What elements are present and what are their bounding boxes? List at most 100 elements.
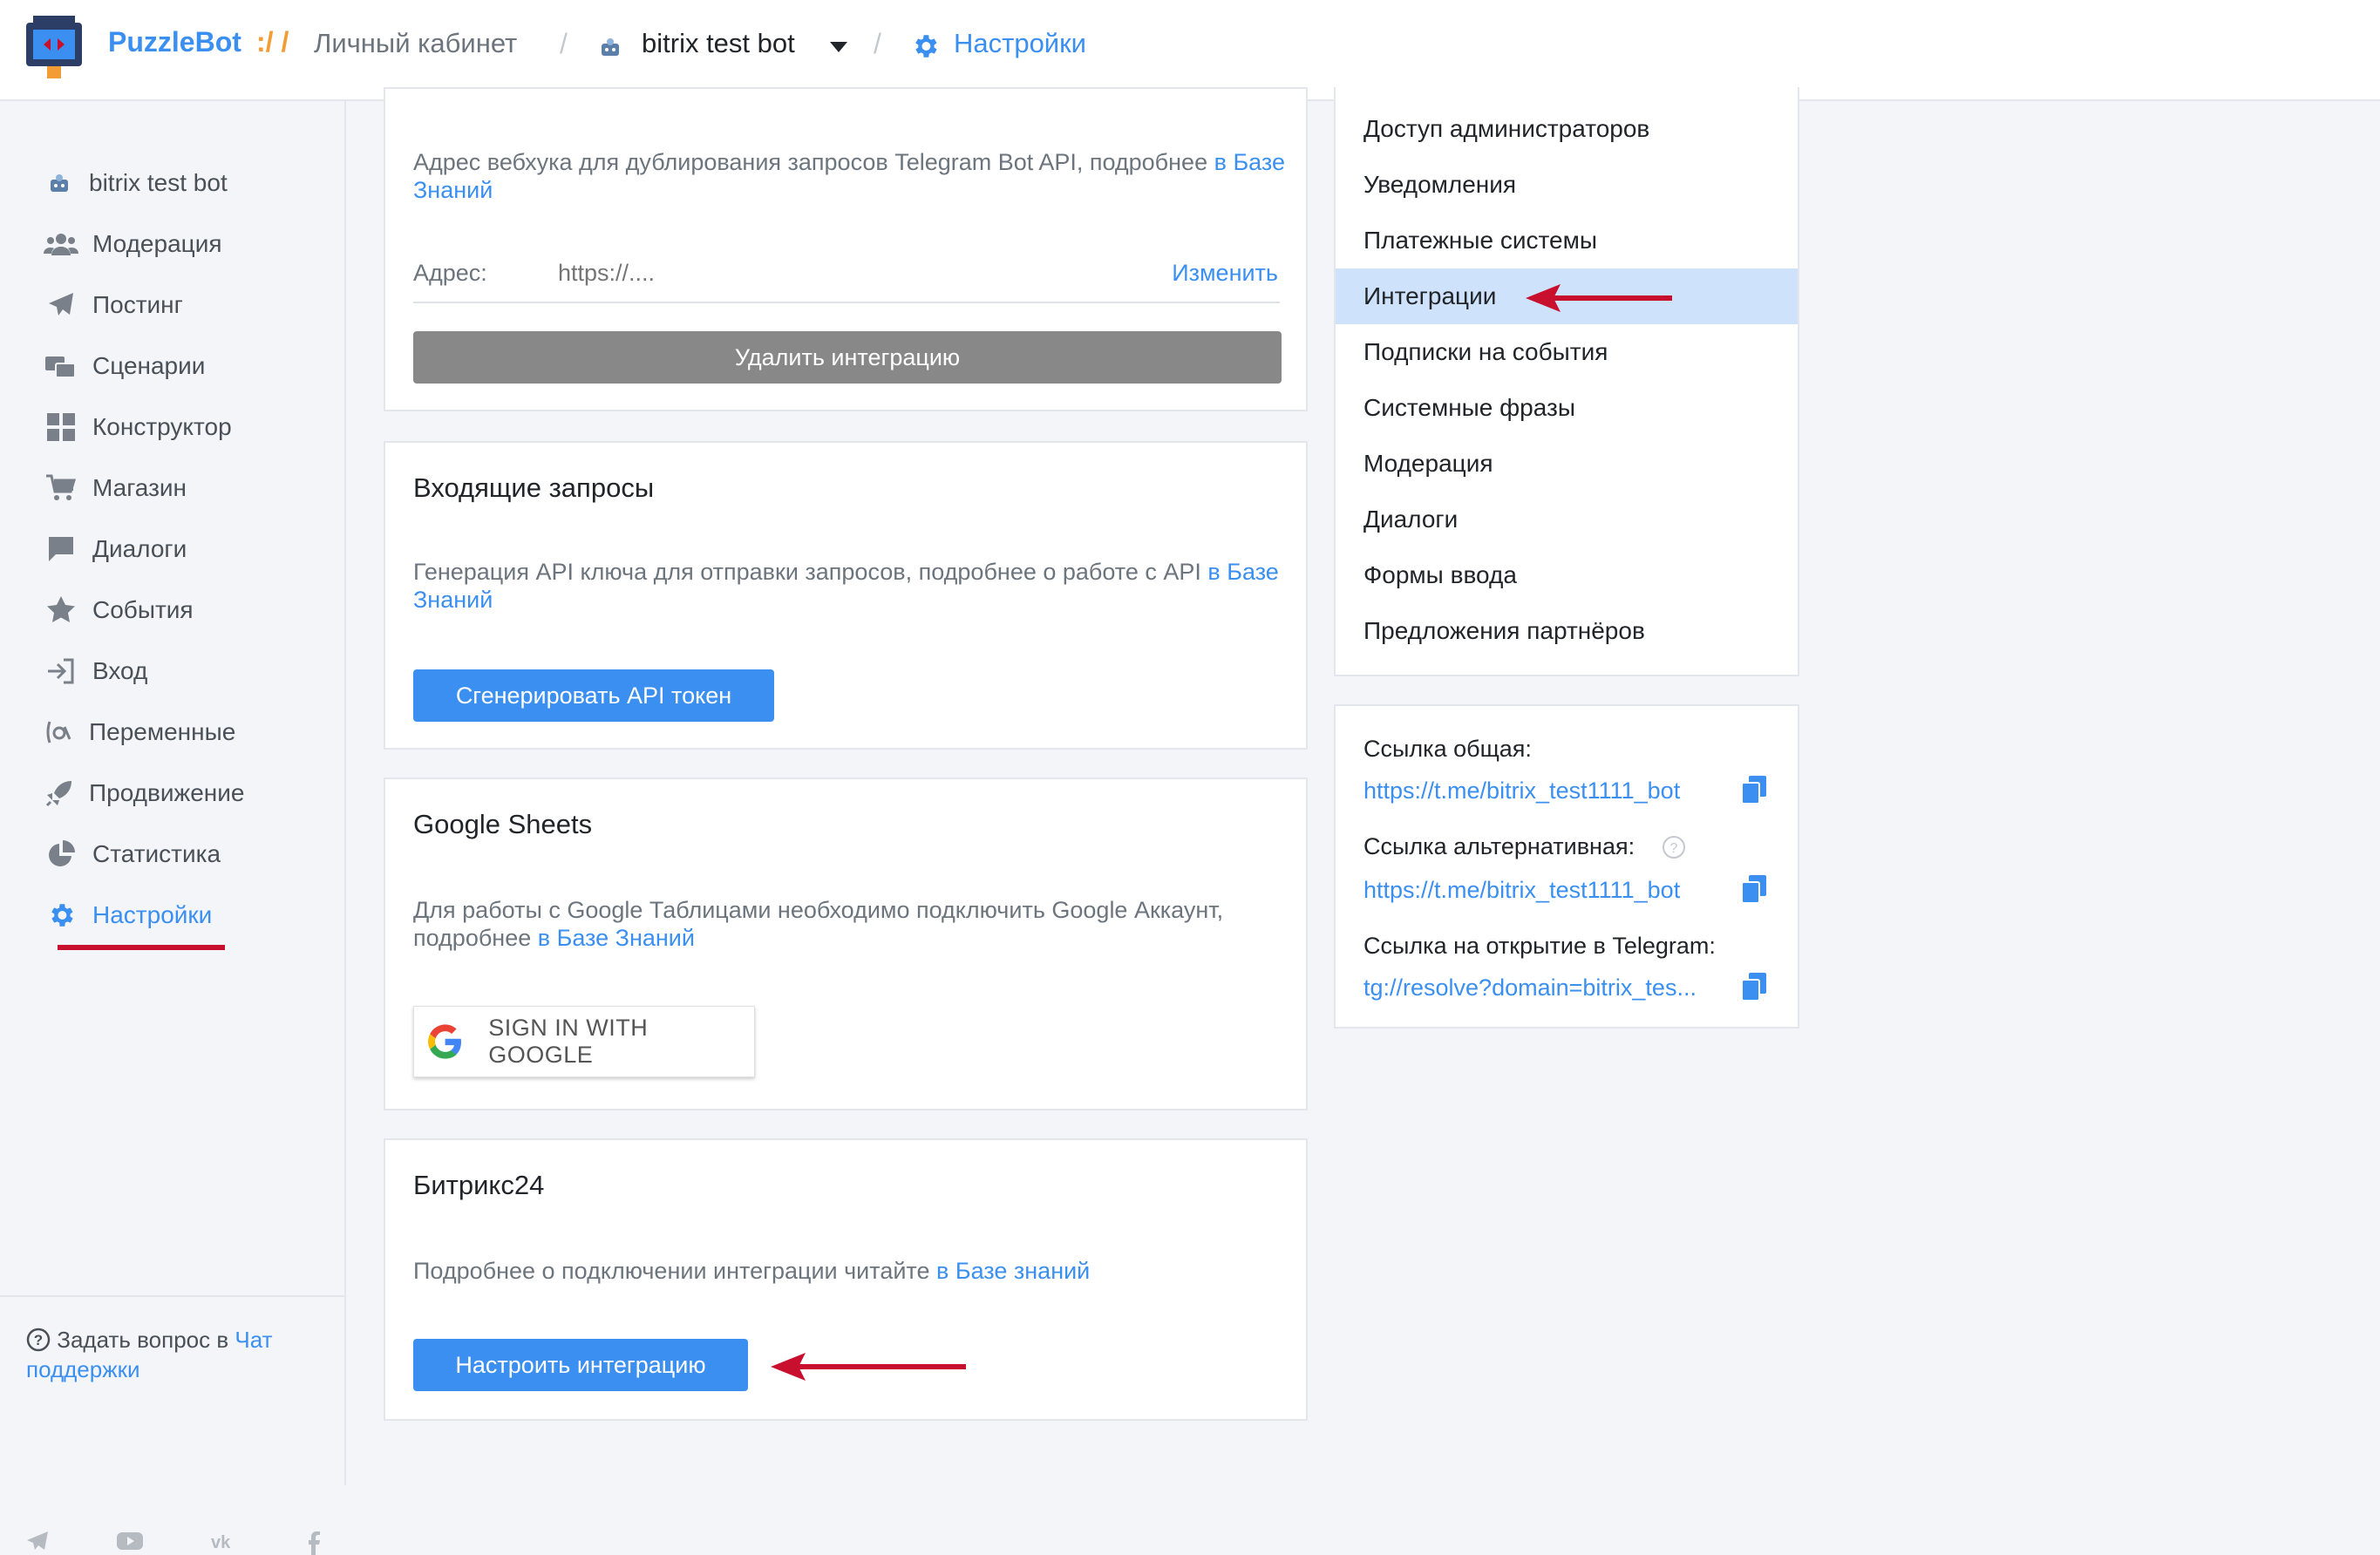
vk-icon[interactable]: vk: [211, 1531, 237, 1552]
sidebar-item-scenarios[interactable]: Сценарии: [44, 347, 205, 385]
sidebar-item-label: Модерация: [92, 230, 222, 257]
question-circle-icon[interactable]: ?: [1662, 835, 1686, 859]
sidebar-item-label: Диалоги: [92, 535, 187, 562]
sidebar-item-label: Вход: [92, 657, 148, 684]
google-button-label: SIGN IN WITH GOOGLE: [488, 1015, 649, 1068]
divider: [413, 302, 1280, 303]
copy-icon[interactable]: [1742, 973, 1766, 1001]
menu-item-admin-access[interactable]: Доступ администраторов: [1336, 101, 1798, 157]
webhook-address-input[interactable]: [556, 251, 1048, 295]
bitrix-text: Подробнее о подключении интеграции читай…: [413, 1258, 930, 1284]
rocket-icon: [44, 778, 75, 809]
bot-avatar-icon: [44, 167, 75, 199]
breadcrumb-slash: /: [560, 28, 568, 59]
chat-icon: [44, 533, 78, 565]
sidebar-item-label: События: [92, 596, 194, 623]
youtube-icon[interactable]: [117, 1531, 143, 1552]
sheets-description: Для работы с Google Таблицами необходимо…: [413, 896, 1285, 952]
alt-link-label: Ссылка альтернативная:: [1363, 833, 1635, 859]
help-text: Задать вопрос в: [57, 1327, 229, 1353]
menu-item-dialogs[interactable]: Диалоги: [1336, 492, 1798, 547]
change-address-link[interactable]: Изменить: [1172, 260, 1278, 287]
sidebar-item-posting[interactable]: Постинг: [44, 286, 183, 324]
copy-icon[interactable]: [1742, 776, 1766, 804]
generate-api-token-button[interactable]: Сгенерировать API токен: [413, 669, 774, 722]
card-title: Входящие запросы: [413, 472, 655, 503]
sidebar-item-promotion[interactable]: Продвижение: [44, 774, 245, 812]
knowledge-base-link[interactable]: в Базе Знаний: [538, 925, 695, 951]
menu-item-moderation[interactable]: Модерация: [1336, 436, 1798, 492]
delete-integration-button[interactable]: Удалить интеграцию: [413, 331, 1282, 384]
sidebar-item-label: Конструктор: [92, 413, 232, 440]
telegram-icon[interactable]: [26, 1531, 49, 1552]
sidebar-item-label: Магазин: [92, 474, 187, 501]
incoming-requests-card: Входящие запросы Генерация API ключа для…: [384, 441, 1308, 750]
variable-icon: [44, 716, 75, 748]
sidebar-item-label: Настройки: [92, 901, 213, 928]
knowledge-base-link[interactable]: в Базе знаний: [936, 1258, 1090, 1284]
configure-integration-button[interactable]: Настроить интеграцию: [413, 1339, 748, 1391]
settings-menu: Доступ администраторов Уведомления Плате…: [1334, 87, 1799, 676]
sidebar-item-label: Продвижение: [89, 779, 245, 806]
sidebar-item-label: Постинг: [92, 291, 183, 318]
sidebar-item-label: Сценарии: [92, 352, 206, 379]
copy-icon[interactable]: [1742, 875, 1766, 903]
question-circle-icon: ?: [26, 1328, 51, 1352]
sidebar-item-statistics[interactable]: Статистика: [44, 835, 221, 873]
menu-item-notifications[interactable]: Уведомления: [1336, 157, 1798, 213]
annotation-arrow: [1526, 284, 1672, 312]
chevron-down-icon[interactable]: [830, 42, 847, 52]
pie-chart-icon: [44, 839, 78, 870]
webhook-description: Адрес вебхука для дублирования запросов …: [413, 148, 1285, 204]
address-label: Адрес:: [413, 260, 487, 286]
cart-icon: [44, 472, 78, 504]
sign-in-icon: [44, 655, 78, 687]
incoming-description: Генерация API ключа для отправки запросо…: [413, 558, 1285, 614]
telegram-link-url[interactable]: tg://resolve?domain=bitrix_tes...: [1363, 974, 1730, 1002]
menu-item-event-subscriptions[interactable]: Подписки на события: [1336, 324, 1798, 380]
breadcrumb-bot[interactable]: bitrix test bot: [642, 28, 795, 59]
brand-name[interactable]: PuzzleBot: [108, 26, 241, 58]
card-title: Битрикс24: [413, 1170, 545, 1200]
menu-item-input-forms[interactable]: Формы ввода: [1336, 547, 1798, 603]
bitrix-description: Подробнее о подключении интеграции читай…: [413, 1257, 1285, 1285]
sidebar-item-label: Переменные: [89, 718, 236, 745]
svg-text:vk: vk: [211, 1533, 231, 1552]
sidebar-item-variables[interactable]: Переменные: [44, 713, 235, 751]
sidebar-item-login[interactable]: Вход: [44, 652, 147, 690]
general-link-label: Ссылка общая:: [1363, 736, 1532, 762]
breadcrumb-settings[interactable]: Настройки: [954, 28, 1086, 59]
webhook-card: Адрес вебхука для дублирования запросов …: [384, 87, 1308, 411]
menu-item-system-phrases[interactable]: Системные фразы: [1336, 380, 1798, 436]
top-bar: PuzzleBot :/ / Личный кабинет / bitrix t…: [0, 0, 2380, 101]
webhook-text: Адрес вебхука для дублирования запросов …: [413, 149, 1208, 175]
sidebar-item-bot[interactable]: bitrix test bot: [44, 164, 228, 202]
menu-item-payment-systems[interactable]: Платежные системы: [1336, 213, 1798, 268]
divider: [0, 1295, 346, 1297]
puzzlebot-logo[interactable]: [24, 14, 84, 80]
card-title: Google Sheets: [413, 809, 593, 839]
breadcrumb-slash: /: [874, 28, 881, 59]
alt-link-url[interactable]: https://t.me/bitrix_test1111_bot: [1363, 877, 1730, 904]
sign-in-with-google-button[interactable]: SIGN IN WITH GOOGLE: [413, 1006, 755, 1077]
grid-icon: [44, 411, 78, 443]
breadcrumb-cabinet[interactable]: Личный кабинет: [314, 28, 517, 59]
sidebar-item-label: Статистика: [92, 840, 221, 867]
sidebar-item-settings[interactable]: Настройки: [44, 896, 212, 934]
paper-plane-icon: [44, 289, 78, 321]
sidebar-item-moderation[interactable]: Модерация: [44, 225, 222, 263]
google-logo-icon: [428, 1024, 461, 1059]
bot-avatar-icon: [602, 38, 619, 56]
annotation-arrow: [771, 1353, 966, 1381]
gear-icon: [915, 35, 937, 58]
help-block: ? Задать вопрос в Чат поддержки: [26, 1325, 323, 1384]
bot-links-card: Ссылка общая: https://t.me/bitrix_test11…: [1334, 704, 1799, 1029]
brand-separator: :/ /: [256, 26, 289, 58]
sidebar-item-events[interactable]: События: [44, 591, 194, 629]
sidebar-item-constructor[interactable]: Конструктор: [44, 408, 232, 446]
facebook-icon[interactable]: [305, 1531, 323, 1555]
menu-item-partner-offers[interactable]: Предложения партнёров: [1336, 603, 1798, 659]
sidebar-item-dialogs[interactable]: Диалоги: [44, 530, 187, 568]
general-link-url[interactable]: https://t.me/bitrix_test1111_bot: [1363, 778, 1730, 805]
sidebar-item-shop[interactable]: Магазин: [44, 469, 187, 507]
